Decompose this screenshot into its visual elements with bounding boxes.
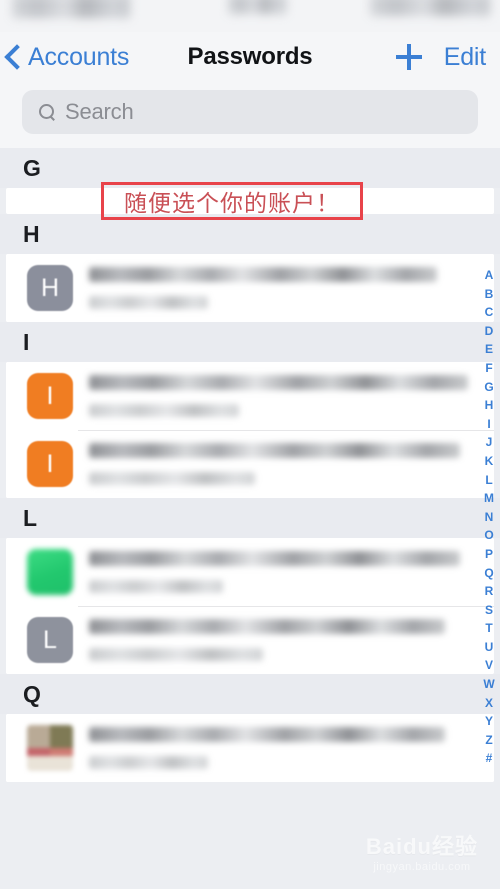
index-letter-m[interactable]: M <box>484 489 494 508</box>
index-letter-r[interactable]: R <box>485 582 494 601</box>
index-letter-n[interactable]: N <box>485 508 494 527</box>
list-item-text <box>89 443 484 485</box>
account-username-redacted <box>89 580 224 593</box>
list-item[interactable]: I <box>6 362 494 430</box>
search-placeholder: Search <box>65 99 134 124</box>
account-username-redacted <box>89 756 208 769</box>
index-letter-k[interactable]: K <box>485 452 494 471</box>
password-list[interactable]: GHHIIILLQ <box>0 148 500 889</box>
annotation-text: 随便选个你的账户！ <box>124 191 340 217</box>
list-item-text <box>89 267 484 309</box>
alphabet-index[interactable]: A B C D E F G H I J K L M N O P Q R S T U V W X Y Z # <box>480 266 498 768</box>
back-button-label: Accounts <box>28 42 130 71</box>
account-title-redacted <box>89 375 469 390</box>
account-title-redacted <box>89 619 445 634</box>
search-icon <box>39 103 56 121</box>
list-item-text <box>89 619 484 661</box>
index-letter-g[interactable]: G <box>484 378 493 397</box>
account-avatar-icon: I <box>27 373 73 419</box>
index-letter-w[interactable]: W <box>483 675 494 694</box>
index-letter-e[interactable]: E <box>485 340 493 359</box>
index-letter-q[interactable]: Q <box>484 564 493 583</box>
index-letter-p[interactable]: P <box>485 545 493 564</box>
section-header-h: H <box>0 214 500 254</box>
status-bar-left-blur <box>12 0 130 18</box>
index-letter-z[interactable]: Z <box>485 731 492 750</box>
account-title-redacted <box>89 727 445 742</box>
section-header-letter: Q <box>23 680 41 707</box>
section-header-letter: L <box>23 504 38 531</box>
back-button[interactable]: Accounts <box>4 42 130 72</box>
list-item-text <box>89 375 484 417</box>
index-letter-d[interactable]: D <box>485 322 494 341</box>
section-header-l: L <box>0 498 500 538</box>
list-item[interactable]: L <box>6 606 494 674</box>
account-username-redacted <box>89 404 240 417</box>
list-item[interactable] <box>6 538 494 606</box>
index-letter-y[interactable]: Y <box>485 712 493 731</box>
navigation-bar: Accounts Passwords Edit <box>0 32 500 82</box>
account-username-redacted <box>89 648 263 661</box>
section-header-letter: I <box>23 328 30 355</box>
index-letter-o[interactable]: O <box>484 526 493 545</box>
account-avatar-icon <box>27 725 73 771</box>
add-password-button[interactable] <box>395 44 422 70</box>
index-letter-i[interactable]: I <box>487 415 490 434</box>
section-header-q: Q <box>0 674 500 714</box>
account-title-redacted <box>89 267 437 282</box>
status-bar-center-blur <box>228 0 286 14</box>
section-header-letter: H <box>23 220 40 247</box>
list-item[interactable]: H <box>6 254 494 322</box>
list-item-text <box>89 551 484 593</box>
account-title-redacted <box>89 551 461 566</box>
index-letter-h[interactable]: H <box>485 396 494 415</box>
search-input[interactable]: Search <box>22 90 478 134</box>
index-letter-u[interactable]: U <box>485 638 494 657</box>
index-letter-v[interactable]: V <box>485 656 493 675</box>
section-header-i: I <box>0 322 500 362</box>
account-avatar-icon: H <box>27 265 73 311</box>
account-avatar-icon <box>27 549 73 595</box>
search-container: Search <box>0 82 500 148</box>
status-bar-right-blur <box>370 0 490 16</box>
list-item-text <box>89 727 484 769</box>
section-header-letter: G <box>23 154 41 181</box>
index-letter-s[interactable]: S <box>485 601 493 620</box>
section-rows-h: H <box>6 254 494 322</box>
index-letter-hash[interactable]: # <box>486 749 493 768</box>
account-avatar-icon: L <box>27 617 73 663</box>
status-bar <box>0 0 500 32</box>
index-letter-l[interactable]: L <box>485 471 492 490</box>
phone-screen: Accounts Passwords Edit Search GHHIIILLQ… <box>0 0 500 889</box>
navigation-bar-actions: Edit <box>395 43 486 72</box>
annotation-callout: 随便选个你的账户！ <box>101 182 363 220</box>
edit-button[interactable]: Edit <box>444 43 486 72</box>
chevron-left-icon <box>4 44 30 70</box>
index-letter-b[interactable]: B <box>485 285 494 304</box>
index-letter-j[interactable]: J <box>486 433 493 452</box>
account-avatar-icon: I <box>27 441 73 487</box>
index-letter-c[interactable]: C <box>485 303 494 322</box>
index-letter-a[interactable]: A <box>485 266 494 285</box>
account-title-redacted <box>89 443 461 458</box>
list-item[interactable]: I <box>6 430 494 498</box>
account-username-redacted <box>89 296 208 309</box>
index-letter-x[interactable]: X <box>485 694 493 713</box>
section-rows-l: L <box>6 538 494 674</box>
account-username-redacted <box>89 472 255 485</box>
list-item[interactable] <box>6 714 494 782</box>
index-letter-t[interactable]: T <box>485 619 492 638</box>
index-letter-f[interactable]: F <box>485 359 492 378</box>
section-rows-i: II <box>6 362 494 498</box>
section-rows-q <box>6 714 494 782</box>
